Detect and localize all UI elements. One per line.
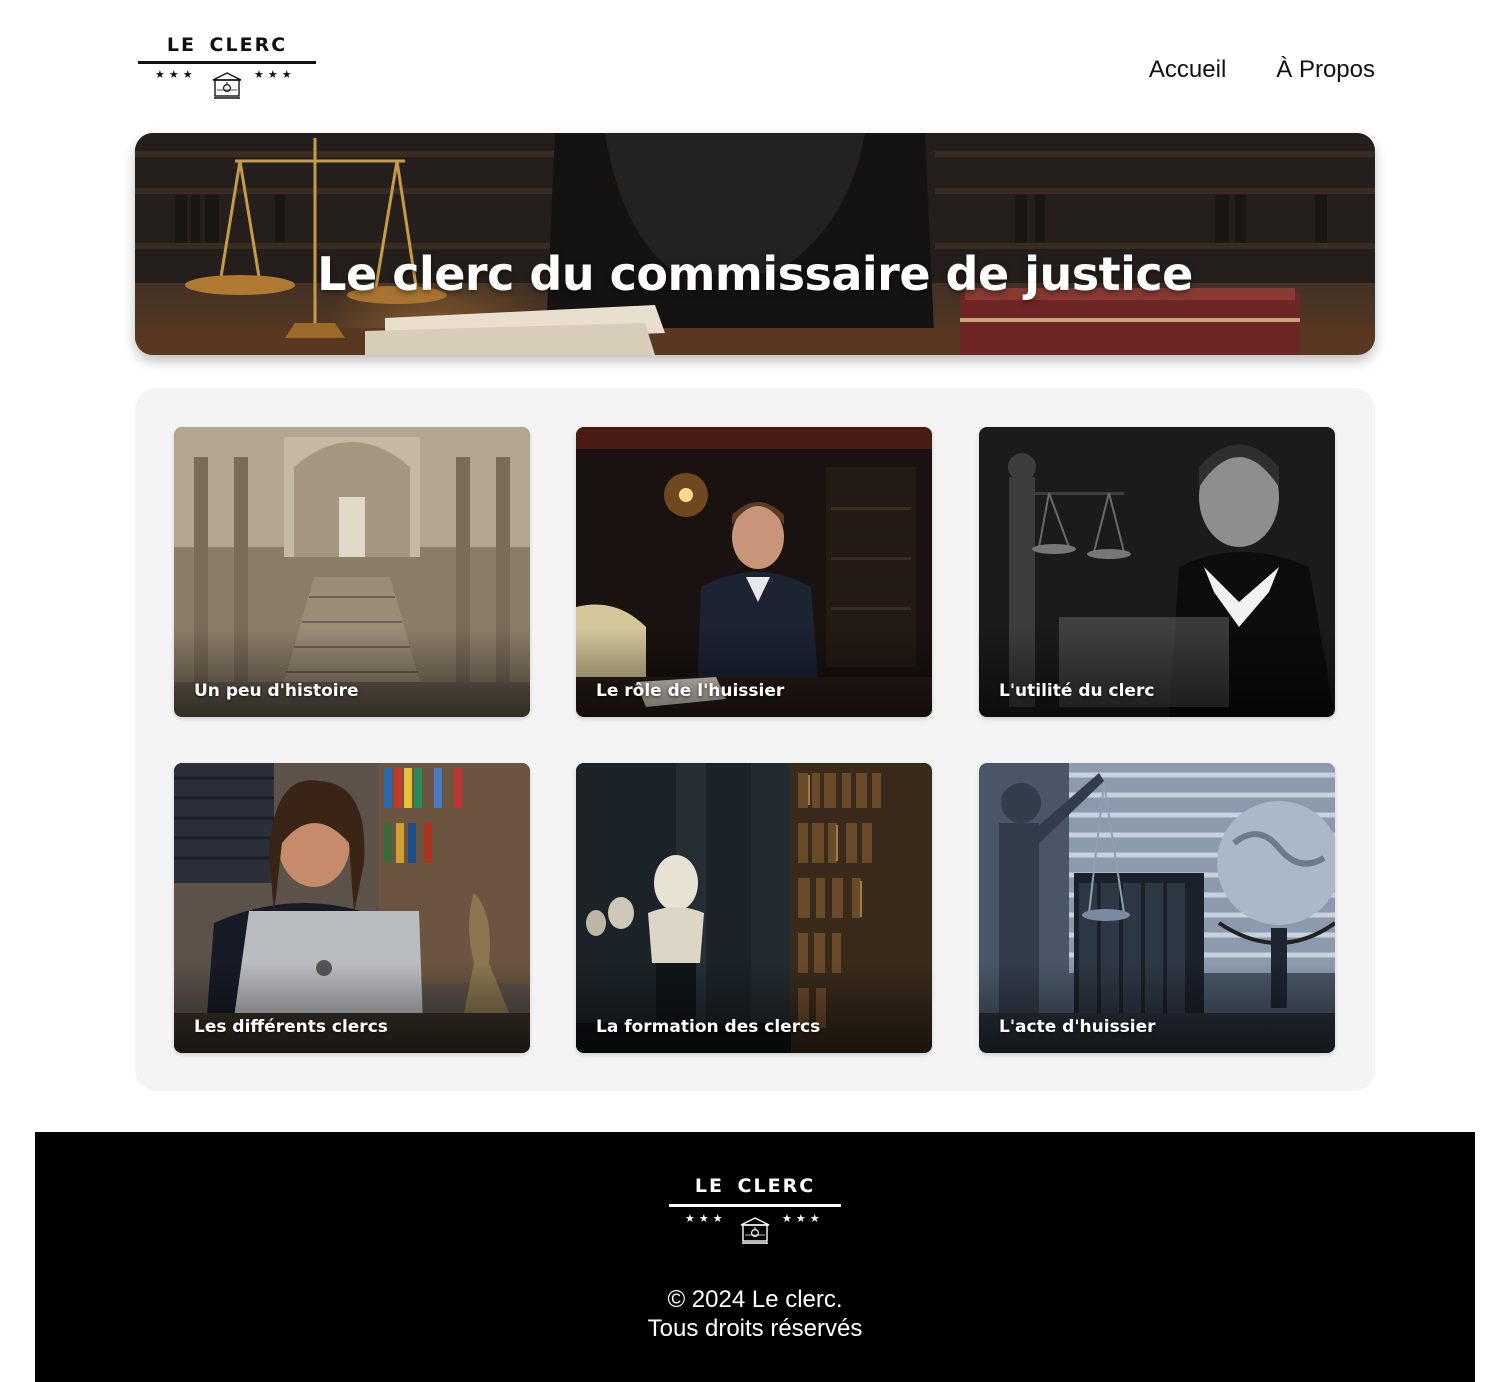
footer-logo[interactable]: LE CLERC ★★★ ★★★: [669, 1175, 841, 1247]
nav-link-a-propos[interactable]: À Propos: [1276, 56, 1375, 84]
logo-stars-right: ★★★: [254, 68, 296, 81]
card-un-peu-d-histoire[interactable]: Un peu d'histoire: [174, 427, 530, 717]
card-shade: [576, 963, 932, 1053]
card-label: L'acte d'huissier: [999, 1017, 1156, 1037]
card-les-differents-clercs[interactable]: Les différents clercs: [174, 763, 530, 1053]
logo-wordmark: LE CLERC: [166, 34, 288, 56]
card-label: La formation des clercs: [596, 1017, 821, 1037]
copyright-line-1: © 2024 Le clerc.: [667, 1286, 843, 1313]
card-label: Un peu d'histoire: [194, 681, 359, 701]
site-header: LE CLERC ★★★ ★★★ Accueil À Propos: [0, 0, 1493, 120]
copyright: © 2024 Le clerc. Tous droits réservés: [35, 1285, 1475, 1343]
hero-background-image: [135, 133, 1375, 355]
card-le-role-de-l-huissier[interactable]: Le rôle de l'huissier: [576, 427, 932, 717]
logo-rule: [138, 61, 316, 64]
nav-link-accueil[interactable]: Accueil: [1149, 56, 1226, 84]
card-la-formation-des-clercs[interactable]: La formation des clercs: [576, 763, 932, 1053]
courthouse-icon: [740, 1217, 770, 1244]
logo-stars-left: ★★★: [685, 1212, 727, 1225]
card-shade: [979, 627, 1335, 717]
card-l-acte-d-huissier[interactable]: L'acte d'huissier: [979, 763, 1335, 1053]
copyright-line-2: Tous droits réservés: [647, 1315, 863, 1342]
main-nav: Accueil À Propos: [1149, 56, 1375, 84]
logo-wordmark: LE CLERC: [694, 1175, 816, 1197]
logo-stars-right: ★★★: [782, 1212, 824, 1225]
card-label: Les différents clercs: [194, 1017, 388, 1037]
card-label: Le rôle de l'huissier: [596, 681, 785, 701]
card-shade: [174, 963, 530, 1053]
hero-banner: Le clerc du commissaire de justice: [135, 133, 1375, 355]
card-l-utilite-du-clerc[interactable]: L'utilité du clerc: [979, 427, 1335, 717]
topics-grid: Un peu d'histoire Le rôle de l'huissier: [135, 388, 1375, 1091]
card-shade: [979, 963, 1335, 1053]
site-logo[interactable]: LE CLERC ★★★ ★★★: [138, 34, 316, 102]
logo-rule: [669, 1204, 841, 1207]
card-shade: [174, 627, 530, 717]
card-shade: [576, 627, 932, 717]
card-label: L'utilité du clerc: [999, 681, 1155, 701]
courthouse-icon: [212, 72, 242, 99]
logo-stars-left: ★★★: [155, 68, 197, 81]
site-footer: LE CLERC ★★★ ★★★ © 2024 Le clerc. Tous d…: [35, 1132, 1475, 1382]
hero-title: Le clerc du commissaire de justice: [317, 246, 1193, 301]
